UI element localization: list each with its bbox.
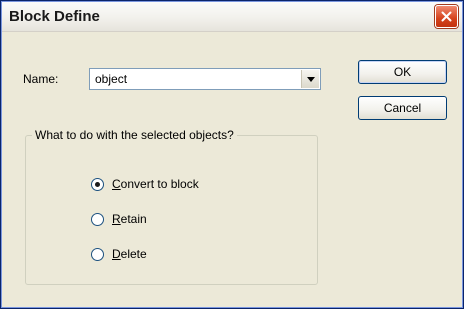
- radio-label-delete[interactable]: Delete: [112, 247, 147, 261]
- radio-delete[interactable]: Delete: [91, 246, 147, 262]
- selected-objects-group: [25, 135, 318, 285]
- title-bar[interactable]: Block Define: [2, 2, 462, 32]
- ok-button[interactable]: OK: [358, 60, 447, 84]
- close-button[interactable]: [435, 5, 458, 28]
- close-icon: [441, 11, 452, 22]
- radio-button[interactable]: [91, 247, 104, 261]
- chevron-down-icon: [306, 76, 315, 82]
- radio-button-selected[interactable]: [91, 177, 104, 191]
- name-value[interactable]: object: [95, 72, 127, 86]
- radio-retain[interactable]: Retain: [91, 211, 147, 227]
- radio-label-retain[interactable]: Retain: [112, 212, 147, 226]
- name-combobox[interactable]: object: [89, 68, 321, 90]
- radio-button[interactable]: [91, 212, 104, 226]
- name-dropdown-button[interactable]: [301, 70, 319, 88]
- radio-dot: [95, 181, 100, 187]
- radio-label-convert[interactable]: Convert to block: [112, 177, 199, 191]
- name-label: Name:: [23, 72, 59, 86]
- cancel-button-label: Cancel: [383, 101, 422, 115]
- dialog-title: Block Define: [9, 8, 100, 25]
- cancel-button[interactable]: Cancel: [358, 96, 447, 120]
- group-legend: What to do with the selected objects?: [32, 128, 237, 142]
- radio-convert-to-block[interactable]: Convert to block: [91, 176, 199, 192]
- ok-button-label: OK: [393, 65, 412, 79]
